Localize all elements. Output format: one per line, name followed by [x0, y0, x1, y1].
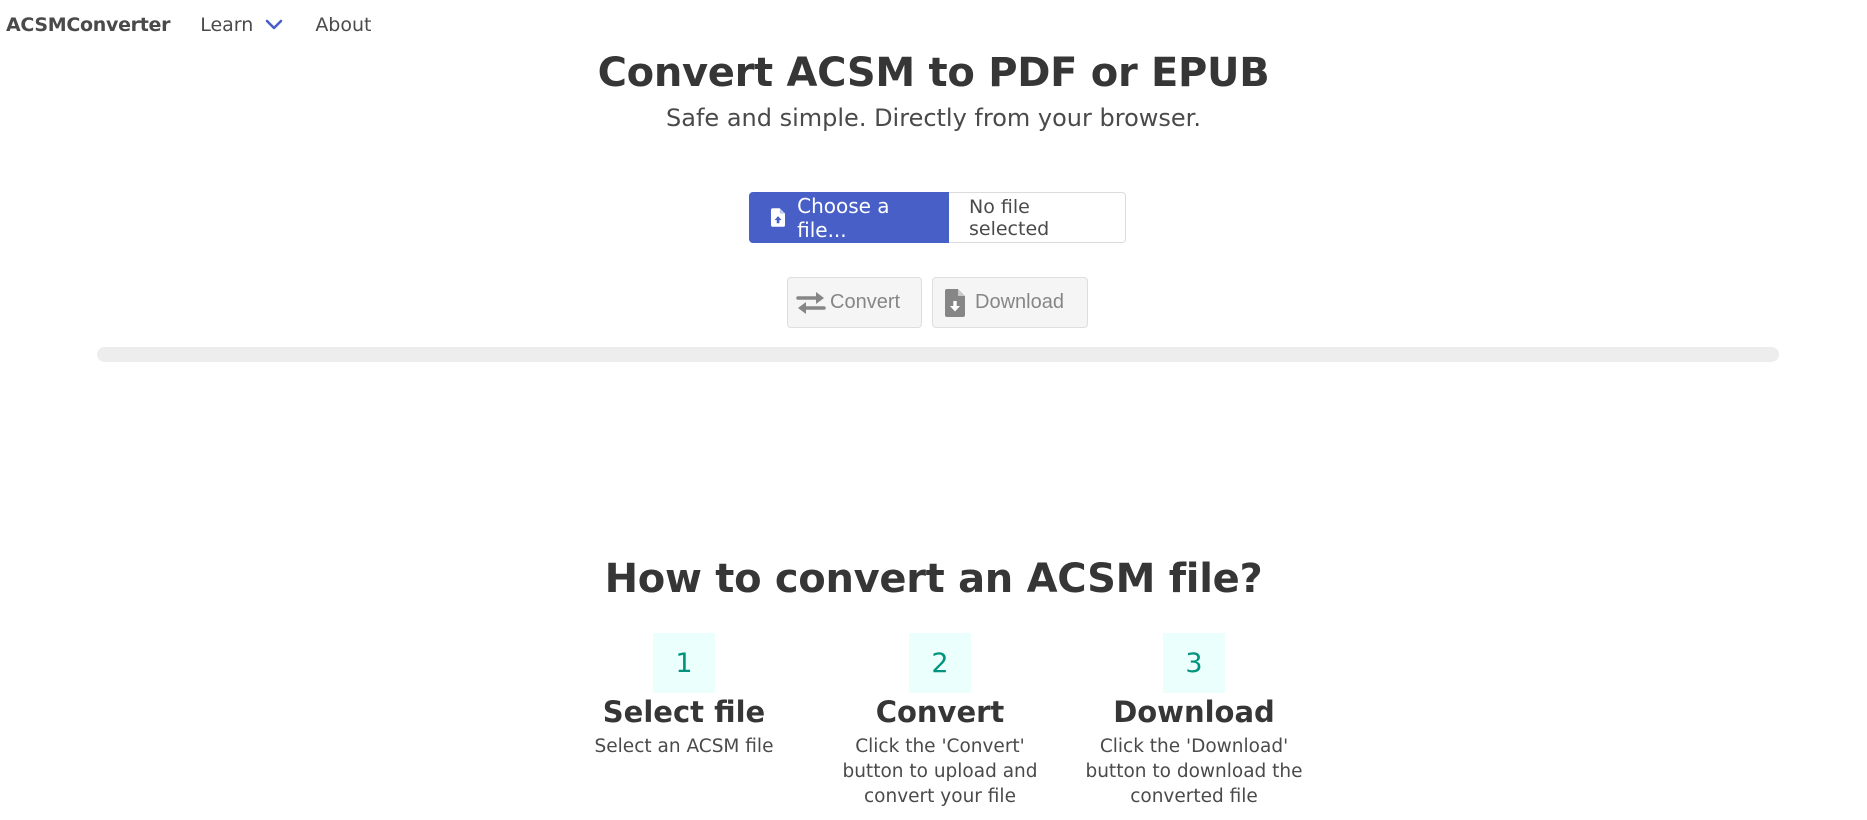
- navbar: ACSMConverter Learn About: [0, 0, 404, 50]
- step-description: Click the 'Download' button to download …: [1085, 736, 1303, 807]
- step-title: Select file: [602, 695, 766, 729]
- conversion-progress-bar: [97, 347, 1779, 362]
- nav-learn-dropdown[interactable]: Learn: [200, 14, 283, 36]
- step-description: Select an ACSM file: [594, 736, 774, 757]
- download-button[interactable]: Download: [932, 277, 1088, 328]
- convert-label: Convert: [830, 291, 901, 313]
- how-to-title: How to convert an ACSM file?: [604, 556, 1263, 602]
- step-item: 3 Download Click the 'Download' button t…: [1064, 633, 1324, 809]
- step-item: 1 Select file Select an ACSM file: [554, 633, 814, 759]
- step-description: Click the 'Convert' button to upload and…: [842, 736, 1038, 807]
- step-title: Convert: [875, 695, 1005, 729]
- selected-file-name: No file selected: [949, 192, 1126, 243]
- choose-file-label: Choose a file...: [797, 193, 890, 242]
- file-upload-icon: [771, 208, 786, 227]
- chevron-down-icon: [266, 19, 283, 30]
- file-download-icon: [945, 288, 965, 317]
- action-buttons: Convert Download: [787, 277, 1098, 328]
- step-number-badge: 1: [653, 633, 715, 693]
- nav-about-label: About: [315, 14, 372, 36]
- choose-file-button[interactable]: Choose a file...: [749, 192, 949, 243]
- brand-logo[interactable]: ACSMConverter: [6, 14, 171, 36]
- step-number-badge: 3: [1163, 633, 1225, 693]
- page-title: Convert ACSM to PDF or EPUB: [597, 50, 1270, 96]
- nav-learn-label: Learn: [200, 14, 254, 36]
- convert-button[interactable]: Convert: [787, 277, 922, 328]
- step-title: Download: [1113, 695, 1275, 729]
- file-input[interactable]: Choose a file... No file selected: [749, 192, 1126, 243]
- exchange-arrows-icon: [796, 291, 826, 314]
- step-item: 2 Convert Click the 'Convert' button to …: [809, 633, 1071, 809]
- download-label: Download: [975, 291, 1064, 313]
- step-number-badge: 2: [909, 633, 971, 693]
- page-subtitle: Safe and simple. Directly from your brow…: [666, 104, 1201, 132]
- nav-about-link[interactable]: About: [315, 14, 371, 36]
